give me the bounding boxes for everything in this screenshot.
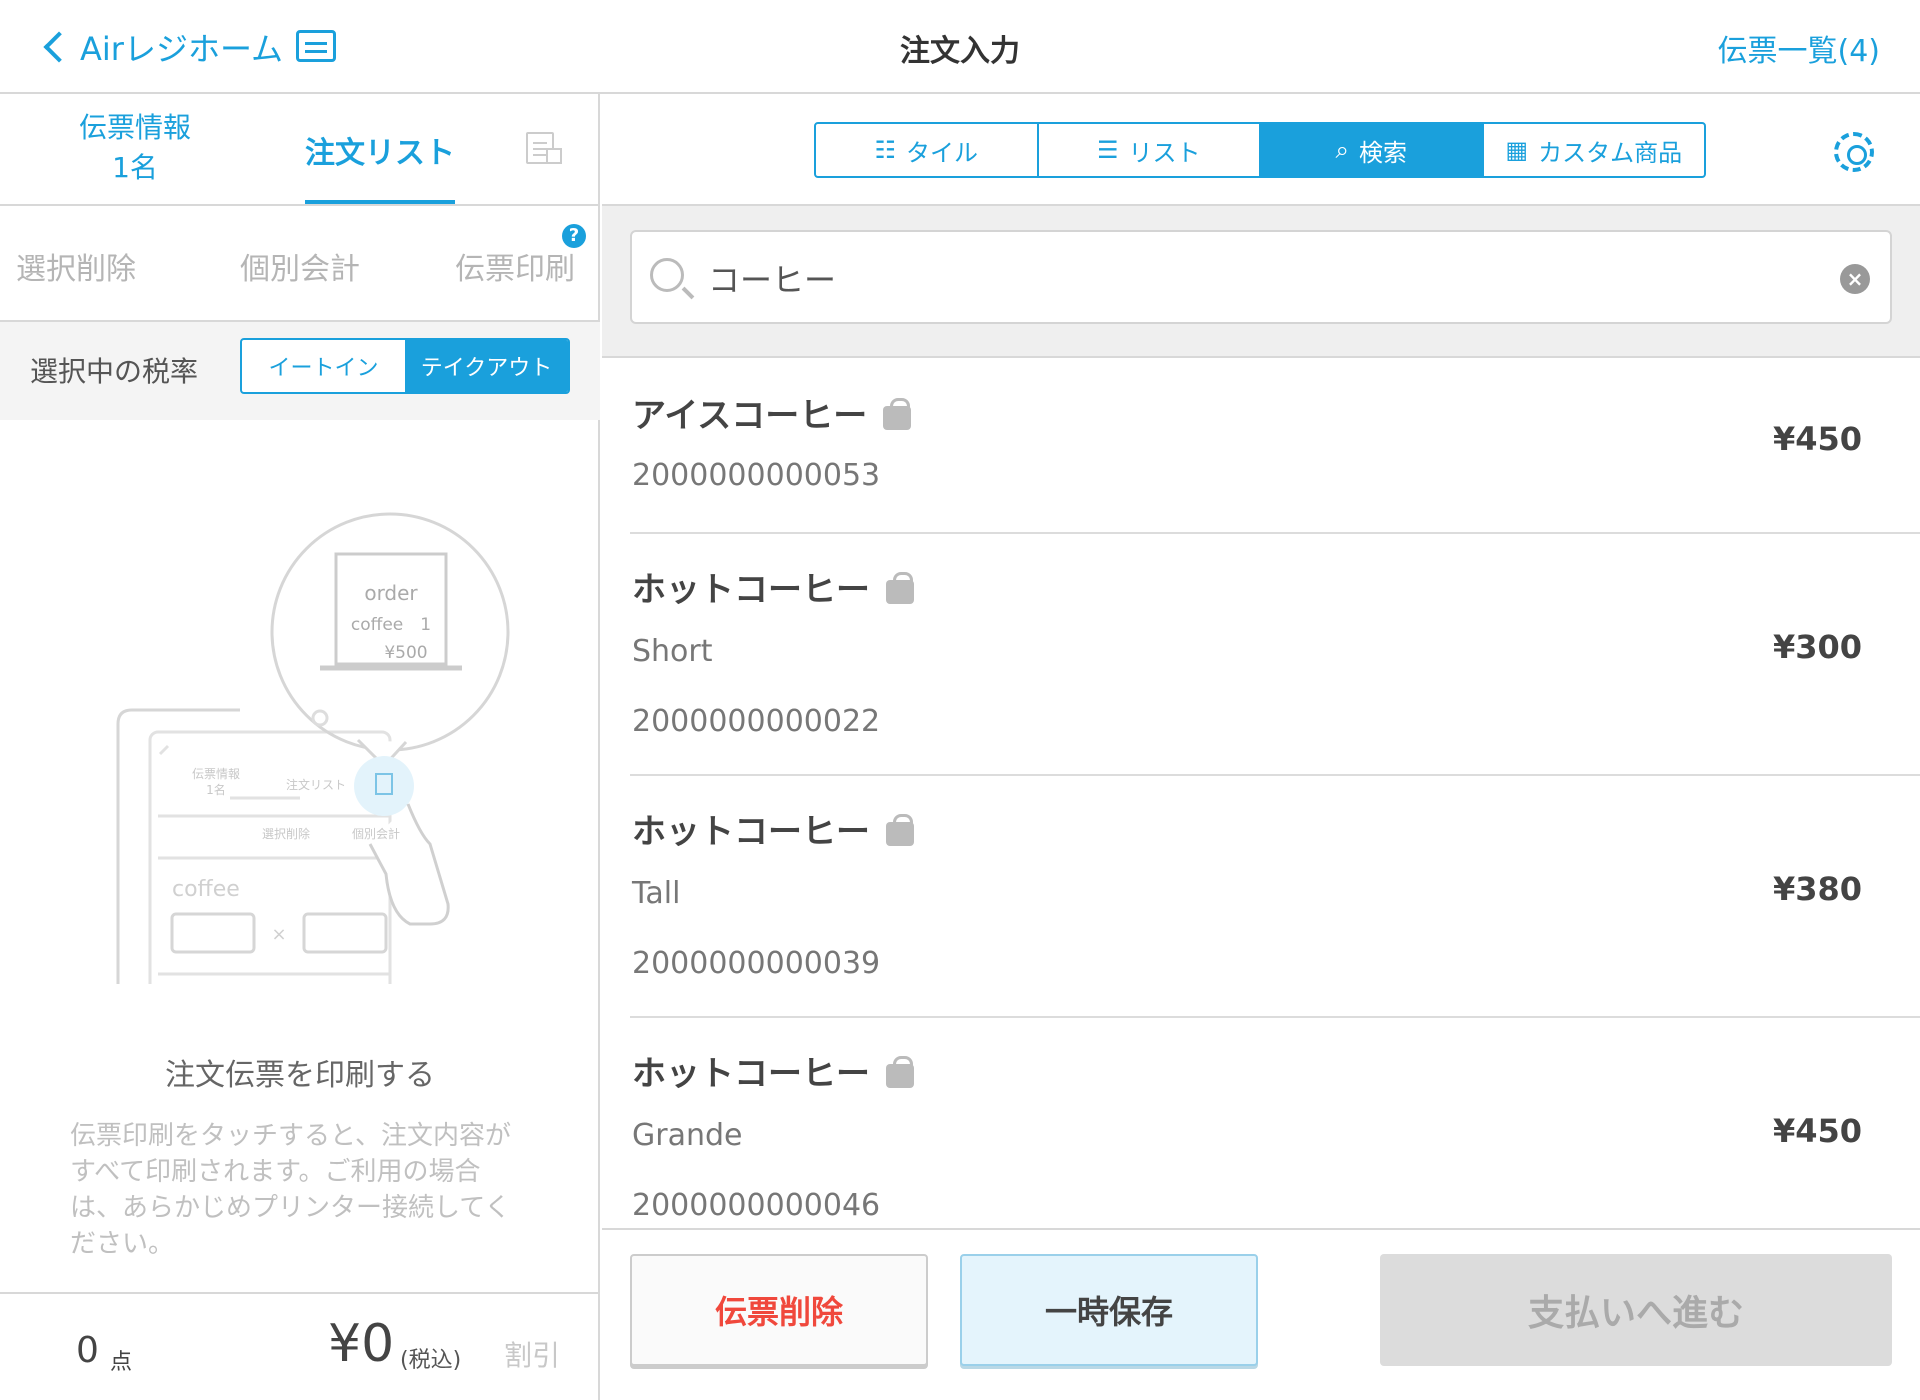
receipt-icon[interactable] <box>526 132 562 164</box>
takeout-bag-icon <box>886 813 914 846</box>
item-variant: Short <box>632 634 713 669</box>
tax-rate-row: 選択中の税率 イートイン テイクアウト <box>0 322 600 420</box>
tax-rate-toggle: イートイン テイクアウト <box>240 338 570 394</box>
eat-in-option[interactable]: イートイン <box>242 340 405 392</box>
magnifier-icon <box>650 258 684 292</box>
cash-drawer-icon[interactable] <box>296 30 336 62</box>
list-item[interactable]: ホットコーヒー Grande 2000000000046 ¥450 <box>630 1018 1920 1228</box>
clear-icon[interactable]: × <box>1840 264 1870 294</box>
takeout-bag-icon <box>883 397 912 430</box>
receipt-text-price: ¥500 <box>384 643 427 663</box>
list-item[interactable]: ホットコーヒー Tall 2000000000039 ¥380 <box>630 776 1920 1018</box>
receipt-text-item: coffee 1 <box>351 615 431 635</box>
takeout-bag-icon <box>886 1055 914 1088</box>
tile-view-tab[interactable]: ☷ タイル <box>816 124 1039 176</box>
item-name-row: ホットコーヒー <box>632 562 914 611</box>
tab-slip-info[interactable]: 伝票情報 1名 <box>60 108 210 188</box>
print-guide-description: 伝票印刷をタッチすると、注文内容がすべて印刷されます。ご利用の場合は、あらかじめ… <box>70 1121 511 1259</box>
active-tab-indicator <box>305 200 455 204</box>
calculator-icon: ▦ <box>1505 136 1529 164</box>
mini-times: × <box>271 924 286 945</box>
grid-icon: ☷ <box>874 136 896 164</box>
tab-order-list[interactable]: 注文リスト <box>305 128 455 172</box>
list-item[interactable]: ホットコーヒー Short 2000000000022 ¥300 <box>630 534 1920 776</box>
order-total: ¥0 <box>328 1314 395 1374</box>
print-guide-title: 注文伝票を印刷する <box>165 1058 435 1093</box>
mini-tab-order: 注文リスト <box>286 777 346 792</box>
order-panel: 伝票情報 1名 注文リスト 選択削除 個別会計 伝票印刷 ? 選択中の税率 イー… <box>0 94 600 1400</box>
search-results: アイスコーヒー 2000000000053 ¥450 ホットコーヒー Short… <box>630 360 1920 1228</box>
left-tabs: 伝票情報 1名 注文リスト <box>0 94 600 206</box>
item-count-unit: 点 <box>110 1350 133 1375</box>
app-header: Airレジホーム 注文入力 伝票一覧(4) <box>0 0 1920 94</box>
print-slip-button[interactable]: 伝票印刷 <box>455 244 575 288</box>
hold-button[interactable]: 一時保存 <box>960 1254 1258 1366</box>
item-code: 2000000000022 <box>632 704 881 739</box>
order-summary: 0 点 ¥0 (税込) 割引 <box>0 1292 600 1400</box>
slip-list-button[interactable]: 伝票一覧(4) <box>1718 26 1881 70</box>
item-count: 0 <box>76 1330 99 1371</box>
separate-checkout-button[interactable]: 個別会計 <box>240 244 360 288</box>
item-name: ホットコーヒー <box>632 570 870 610</box>
list-item[interactable]: アイスコーヒー 2000000000053 ¥450 <box>630 360 1920 534</box>
mini-action-checkout: 個別会計 <box>352 826 400 841</box>
gear-icon[interactable] <box>1834 132 1874 172</box>
custom-product-label: カスタム商品 <box>1538 138 1683 167</box>
view-mode-segmented-control: ☷ タイル ☰ リスト ⌕ 検索 ▦ カスタム商品 <box>814 122 1706 178</box>
tax-included-label: (税込) <box>400 1348 462 1373</box>
product-panel: ☷ タイル ☰ リスト ⌕ 検索 ▦ カスタム商品 × <box>602 94 1920 1400</box>
item-name-row: アイスコーヒー <box>632 388 912 437</box>
search-view-label: 検索 <box>1358 138 1407 167</box>
item-name: アイスコーヒー <box>632 396 868 436</box>
item-price: ¥300 <box>1772 628 1862 666</box>
item-name: ホットコーヒー <box>632 1054 870 1094</box>
back-button[interactable]: Airレジホーム <box>40 22 283 72</box>
delete-slip-button[interactable]: 伝票削除 <box>630 1254 928 1366</box>
search-box: × <box>630 230 1892 324</box>
item-price: ¥450 <box>1772 420 1862 458</box>
item-name-row: ホットコーヒー <box>632 1046 914 1095</box>
proceed-to-payment-button[interactable]: 支払いへ進む <box>1380 1254 1892 1366</box>
select-delete-button[interactable]: 選択削除 <box>16 244 136 288</box>
item-code: 2000000000039 <box>632 946 881 981</box>
item-code: 2000000000046 <box>632 1188 881 1223</box>
order-actions: 選択削除 個別会計 伝票印刷 <box>0 206 600 322</box>
item-price: ¥450 <box>1772 1112 1862 1150</box>
search-input[interactable] <box>708 250 1808 306</box>
list-view-tab[interactable]: ☰ リスト <box>1039 124 1261 176</box>
help-icon[interactable]: ? <box>562 224 586 248</box>
print-guide-illustration: order coffee 1 ¥500 伝票情報 1名 注文リスト 選択削除 個… <box>116 512 510 984</box>
search-view-tab[interactable]: ⌕ 検索 <box>1261 124 1484 176</box>
tab-slip-info-guests: 1名 <box>112 151 158 184</box>
search-icon: ⌕ <box>1335 136 1349 164</box>
item-name-row: ホットコーヒー <box>632 804 914 853</box>
custom-product-tab[interactable]: ▦ カスタム商品 <box>1484 124 1705 176</box>
tax-rate-label: 選択中の税率 <box>30 355 199 388</box>
tile-view-label: タイル <box>906 138 978 167</box>
discount-button[interactable]: 割引 <box>504 1334 560 1374</box>
mini-action-delete: 選択削除 <box>262 826 310 841</box>
receipt-text-order: order <box>364 581 418 605</box>
item-name: ホットコーヒー <box>632 812 870 852</box>
list-view-label: リスト <box>1128 138 1201 167</box>
chevron-left-icon <box>43 31 75 63</box>
mini-tab-info: 伝票情報 <box>192 767 240 781</box>
item-variant: Grande <box>632 1118 743 1153</box>
search-area: × <box>602 206 1920 358</box>
action-footer: 伝票削除 一時保存 支払いへ進む <box>602 1228 1920 1400</box>
item-variant: Tall <box>632 876 681 911</box>
list-icon: ☰ <box>1096 136 1119 164</box>
page-title: 注文入力 <box>900 34 1020 69</box>
item-code: 2000000000053 <box>632 458 881 493</box>
item-price: ¥380 <box>1772 870 1862 908</box>
mini-tab-info-guests: 1名 <box>206 782 226 797</box>
takeout-bag-icon <box>886 571 914 604</box>
mini-item: coffee <box>172 877 240 902</box>
view-mode-bar: ☷ タイル ☰ リスト ⌕ 検索 ▦ カスタム商品 <box>602 94 1920 206</box>
tab-slip-info-label: 伝票情報 <box>78 111 191 144</box>
back-label: Airレジホーム <box>80 30 283 68</box>
take-out-option[interactable]: テイクアウト <box>405 340 568 392</box>
